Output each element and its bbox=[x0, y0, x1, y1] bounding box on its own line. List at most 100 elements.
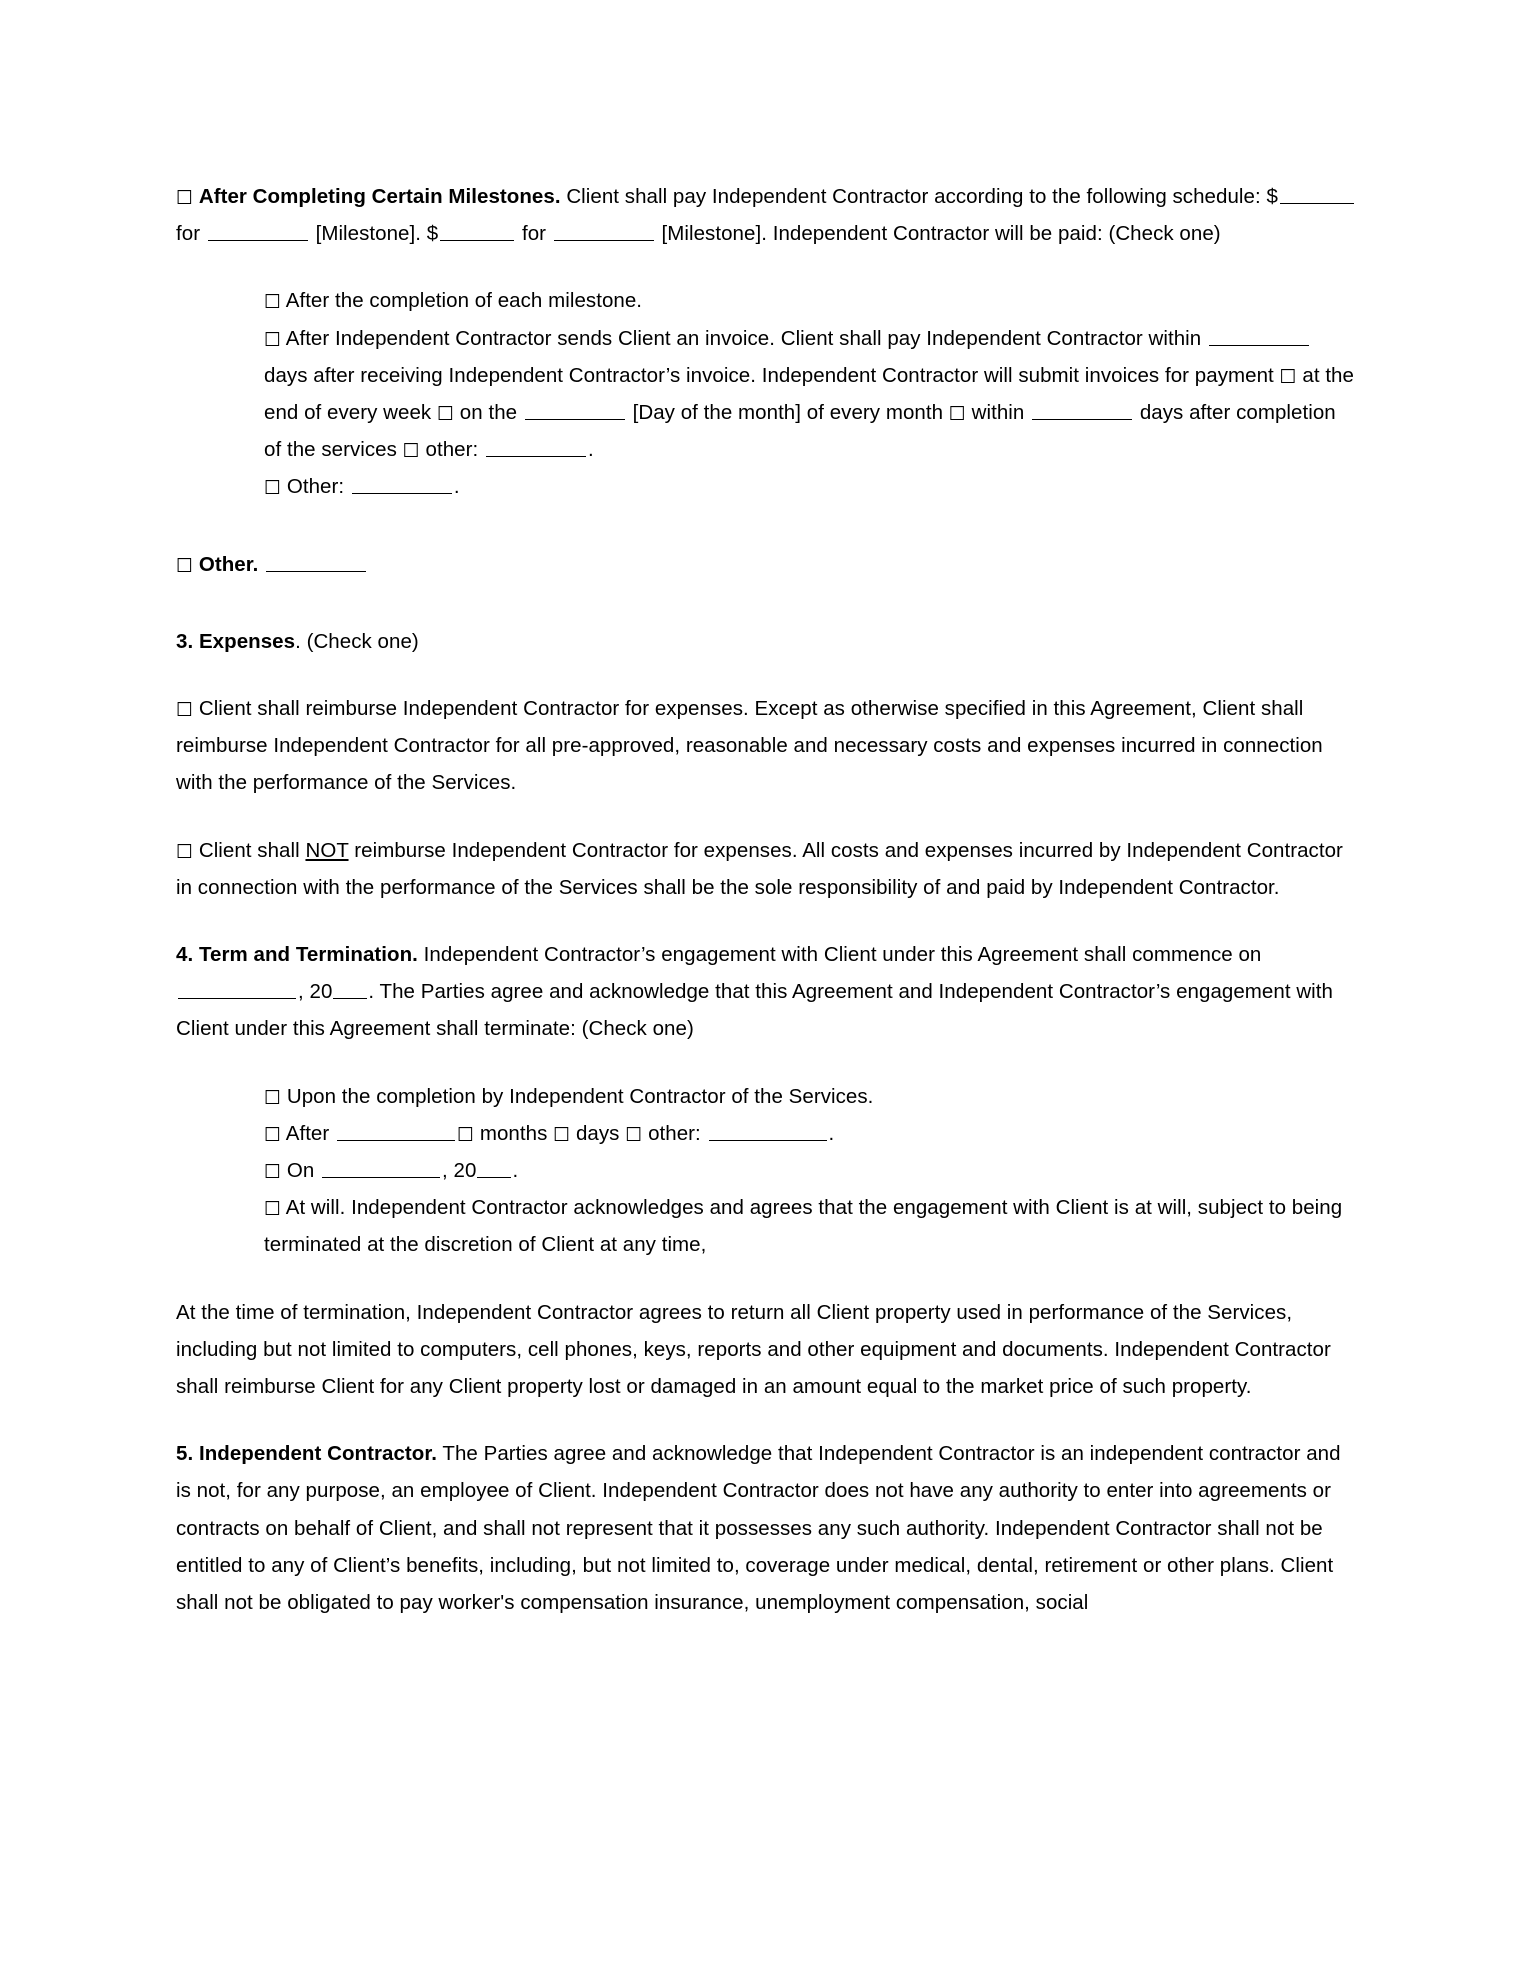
milestone-option-2-label-a: After Independent Contractor sends Clien… bbox=[285, 326, 1207, 350]
checkbox-invoice-other-icon[interactable]: ☐ bbox=[403, 440, 420, 462]
expenses-option-reimburse: ☐ Client shall reimburse Independent Con… bbox=[176, 690, 1358, 802]
term-option-1-label: Upon the completion by Independent Contr… bbox=[286, 1084, 874, 1108]
checkbox-after-invoice-icon[interactable]: ☐ bbox=[264, 329, 281, 351]
term-body-2: , 20 bbox=[298, 980, 333, 1004]
expenses-option-reimburse-label: Client shall reimburse Independent Contr… bbox=[176, 697, 1323, 795]
within-days-blank[interactable] bbox=[1032, 402, 1133, 421]
expenses-section-number: 3. Expenses bbox=[176, 629, 296, 653]
other-payment-option: ☐ Other. bbox=[176, 546, 1358, 583]
checkbox-after-each-milestone-icon[interactable]: ☐ bbox=[264, 291, 281, 313]
term-option-2-label-d: other: bbox=[642, 1121, 707, 1145]
milestone-option-2: ☐ After Independent Contractor sends Cli… bbox=[264, 320, 1358, 469]
independent-contractor-body: The Parties agree and acknowledge that I… bbox=[176, 1442, 1341, 1615]
milestone-option-2-label-e: [Day of the month] of every month bbox=[626, 401, 949, 425]
milestone-option-2-label-b: days after receiving Independent Contrac… bbox=[264, 363, 1280, 387]
term-option-3-label-b: , 20 bbox=[442, 1159, 477, 1183]
milestone-option-1: ☐ After the completion of each milestone… bbox=[264, 282, 1358, 319]
term-duration-blank[interactable] bbox=[337, 1123, 456, 1141]
expenses-not-emphasis: NOT bbox=[305, 838, 349, 862]
checkbox-on-the-day-icon[interactable]: ☐ bbox=[437, 403, 454, 425]
milestone-option-2-label-d: on the bbox=[454, 401, 523, 425]
checkbox-at-will-icon[interactable]: ☐ bbox=[264, 1198, 281, 1220]
milestone-option-3-label: Other: bbox=[286, 475, 350, 499]
term-option-2: ☐ After ☐ months ☐ days ☐ other: . bbox=[264, 1115, 1358, 1152]
milestone-option-2-label-h: other: bbox=[419, 438, 484, 462]
expenses-not-label-b: reimburse Independent Contractor for exp… bbox=[176, 838, 1343, 899]
checkbox-within-days-icon[interactable]: ☐ bbox=[949, 403, 966, 425]
commence-year-blank[interactable] bbox=[333, 981, 368, 1000]
term-termination-paragraph: 4. Term and Termination. Independent Con… bbox=[176, 936, 1358, 1048]
term-option-2-label-c: days bbox=[570, 1121, 626, 1145]
other-payment-blank[interactable] bbox=[266, 554, 367, 572]
term-option-2-label-e: . bbox=[828, 1121, 835, 1145]
checkbox-on-date-icon[interactable]: ☐ bbox=[264, 1161, 281, 1183]
checkbox-months-icon[interactable]: ☐ bbox=[457, 1124, 474, 1146]
milestone-desc-1-blank[interactable] bbox=[207, 223, 308, 242]
milestone-option-3-tail: . bbox=[453, 475, 460, 499]
milestone-amount-2-blank[interactable] bbox=[440, 223, 515, 242]
milestones-heading: After Completing Certain Milestones. bbox=[198, 185, 561, 208]
term-option-2-label-b: months bbox=[474, 1121, 554, 1145]
milestones-body-1: Client shall pay Independent Contractor … bbox=[560, 185, 1278, 208]
milestone-options-list: ☐ After the completion of each milestone… bbox=[264, 282, 1358, 505]
checkbox-milestones-icon[interactable]: ☐ bbox=[176, 187, 193, 209]
milestone-desc-2-blank[interactable] bbox=[553, 223, 654, 242]
milestone-option-1-label: After the completion of each milestone. bbox=[285, 289, 643, 313]
invoice-other-blank[interactable] bbox=[485, 439, 586, 458]
milestone-option-2-label-i: . bbox=[587, 438, 594, 462]
milestones-body-3: [Milestone]. $ bbox=[309, 222, 439, 246]
term-option-2-label-a: After bbox=[285, 1121, 336, 1145]
termination-return-property-paragraph: At the time of termination, Independent … bbox=[176, 1300, 1331, 1399]
checkbox-upon-completion-icon[interactable]: ☐ bbox=[264, 1087, 281, 1109]
checkbox-end-of-week-icon[interactable]: ☐ bbox=[1280, 366, 1297, 388]
milestones-body-4: for bbox=[516, 222, 552, 246]
term-options-list: ☐ Upon the completion by Independent Con… bbox=[264, 1078, 1358, 1264]
term-option-4: ☐ At will. Independent Contractor acknow… bbox=[264, 1189, 1358, 1263]
milestones-paragraph: ☐ After Completing Certain Milestones. C… bbox=[176, 178, 1358, 252]
document-body: ☐ After Completing Certain Milestones. C… bbox=[176, 178, 1358, 1621]
milestone-other-blank[interactable] bbox=[351, 477, 452, 495]
independent-contractor-section-number: 5. Independent Contractor. bbox=[176, 1442, 437, 1466]
invoice-days-blank[interactable] bbox=[1208, 328, 1309, 346]
other-payment-heading: Other. bbox=[198, 552, 259, 576]
checkbox-not-reimburse-icon[interactable]: ☐ bbox=[176, 841, 193, 863]
milestone-option-3: ☐ Other: . bbox=[264, 468, 1358, 505]
term-option-3-label-a: On bbox=[286, 1159, 321, 1183]
milestone-amount-1-blank[interactable] bbox=[1279, 186, 1354, 204]
expenses-not-label-a: Client shall bbox=[198, 838, 306, 862]
expenses-heading: 3. Expenses. (Check one) bbox=[176, 623, 1358, 660]
term-option-4-label: At will. Independent Contractor acknowle… bbox=[264, 1196, 1343, 1257]
term-option-3: ☐ On , 20. bbox=[264, 1152, 1358, 1189]
expenses-option-not-reimburse: ☐ Client shall NOT reimburse Independent… bbox=[176, 832, 1358, 906]
term-section-number: 4. Term and Termination. bbox=[176, 943, 418, 967]
term-body-1: Independent Contractor’s engagement with… bbox=[417, 943, 1262, 967]
checkbox-milestone-other-icon[interactable]: ☐ bbox=[264, 477, 281, 499]
term-other-blank[interactable] bbox=[708, 1123, 827, 1141]
expenses-check-one: . (Check one) bbox=[295, 629, 419, 653]
milestones-body-2: for bbox=[176, 222, 206, 246]
checkbox-term-other-icon[interactable]: ☐ bbox=[625, 1124, 642, 1146]
term-end-year-blank[interactable] bbox=[477, 1160, 512, 1179]
checkbox-after-duration-icon[interactable]: ☐ bbox=[264, 1124, 281, 1146]
milestones-body-5: [Milestone]. Independent Contractor will… bbox=[655, 222, 1221, 246]
term-option-3-label-c: . bbox=[512, 1159, 519, 1183]
checkbox-days-icon[interactable]: ☐ bbox=[553, 1124, 570, 1146]
term-end-date-blank[interactable] bbox=[322, 1160, 441, 1179]
checkbox-reimburse-icon[interactable]: ☐ bbox=[176, 699, 193, 721]
independent-contractor-paragraph: 5. Independent Contractor. The Parties a… bbox=[176, 1435, 1358, 1621]
day-of-month-blank[interactable] bbox=[524, 402, 625, 421]
term-option-1: ☐ Upon the completion by Independent Con… bbox=[264, 1078, 1358, 1115]
commence-date-blank[interactable] bbox=[178, 981, 296, 1000]
document-page: ☐ After Completing Certain Milestones. C… bbox=[0, 0, 1530, 1980]
checkbox-other-payment-icon[interactable]: ☐ bbox=[176, 555, 193, 577]
milestone-option-2-label-f: within bbox=[965, 401, 1031, 425]
